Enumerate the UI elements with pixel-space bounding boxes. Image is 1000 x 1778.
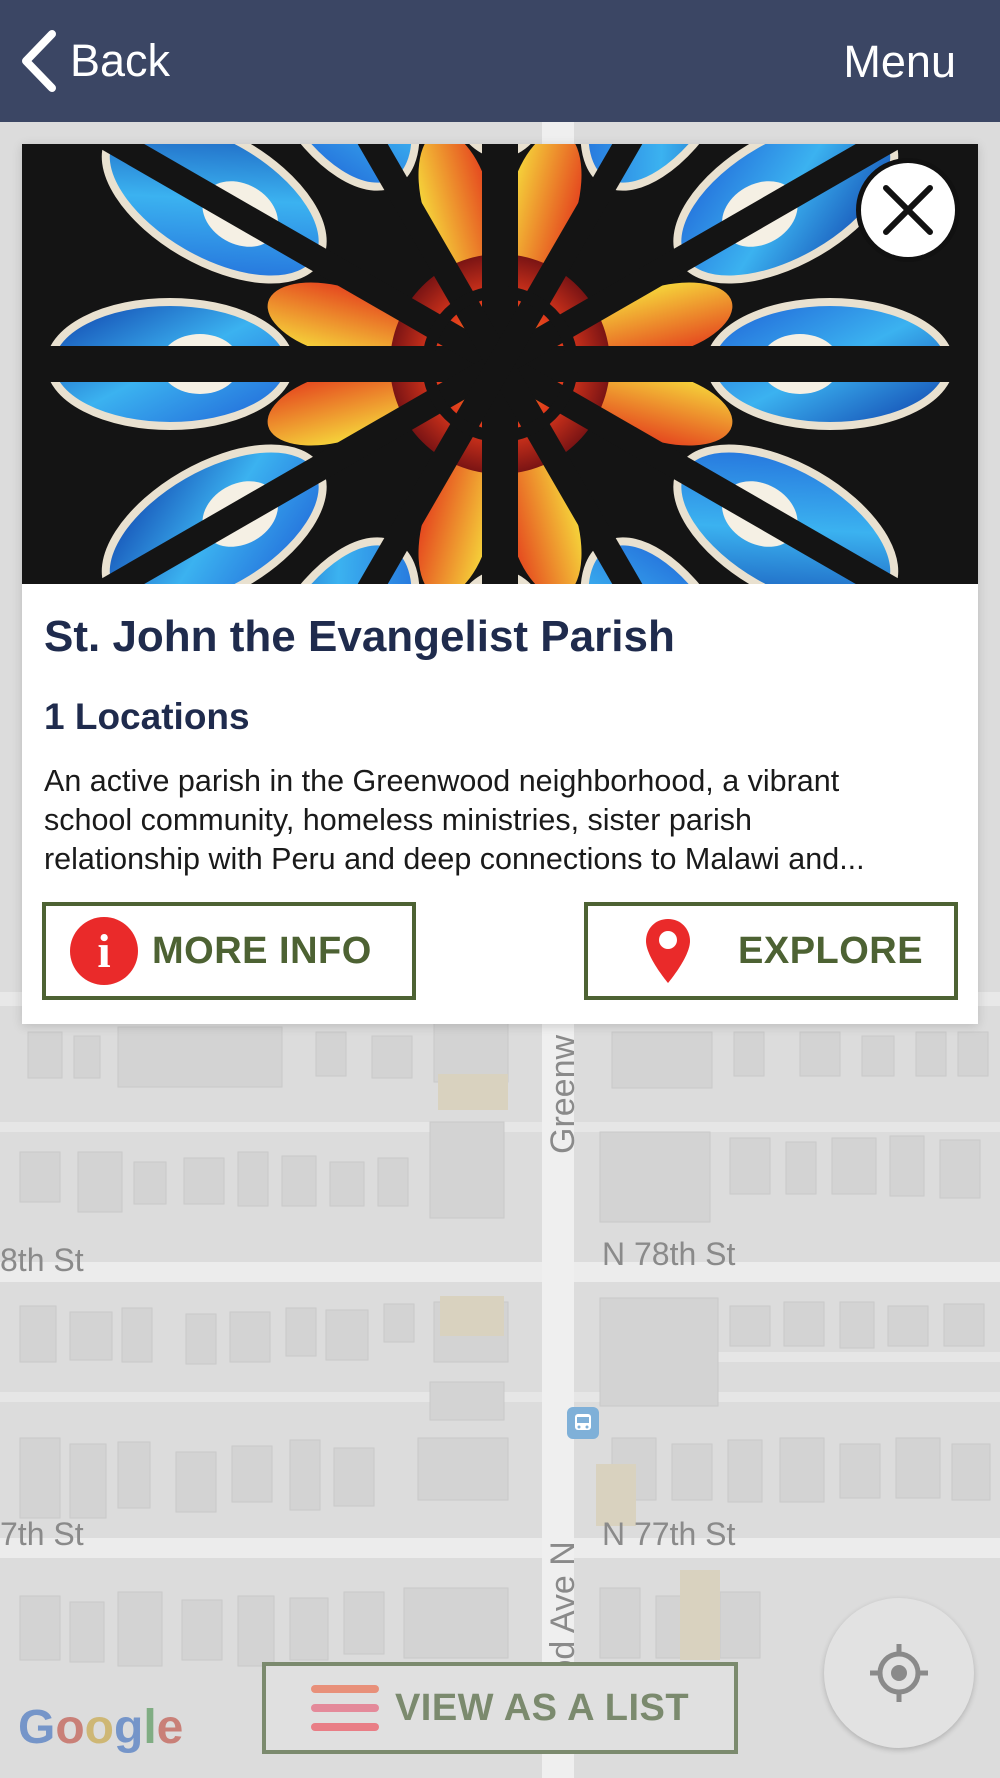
description-line: relationship with Peru and deep connecti… <box>44 842 865 876</box>
info-icon: i <box>70 917 138 985</box>
bus-stop-icon[interactable] <box>567 1407 599 1439</box>
list-lines-icon <box>310 1685 379 1731</box>
chevron-left-icon <box>22 30 56 92</box>
back-label: Back <box>70 35 171 86</box>
street-label-greenwood-upper: Greenw <box>544 1034 582 1154</box>
parish-description: An active parish in the Greenwood neighb… <box>44 762 964 879</box>
view-as-list-label: VIEW AS A LIST <box>394 1686 690 1729</box>
description-line: school community, homeless ministries, s… <box>44 803 752 837</box>
close-button[interactable] <box>856 158 960 262</box>
hero-image <box>22 144 978 584</box>
street-label-78th: N 78th St <box>602 1236 736 1272</box>
explore-label: EXPLORE <box>738 929 924 972</box>
nav-bar: Back Menu <box>0 0 1000 122</box>
more-info-button[interactable]: i MORE INFO <box>42 902 416 1000</box>
view-as-list-button[interactable]: VIEW AS A LIST <box>262 1662 738 1754</box>
explore-button[interactable]: EXPLORE <box>584 902 958 1000</box>
google-logo: Google <box>18 1701 184 1754</box>
street-label-78th-left: 8th St <box>0 1242 84 1278</box>
menu-button[interactable]: Menu <box>843 36 956 88</box>
street-label-77th-left: 7th St <box>0 1516 84 1552</box>
locate-me-button[interactable] <box>824 1598 974 1748</box>
back-button[interactable]: Back <box>18 28 170 94</box>
more-info-label: MORE INFO <box>152 929 372 972</box>
description-line: An active parish in the Greenwood neighb… <box>44 764 840 798</box>
parish-card: St. John the Evangelist Parish 1 Locatio… <box>22 144 978 1024</box>
crosshair-icon <box>870 1644 928 1702</box>
parish-title: St. John the Evangelist Parish <box>44 612 675 661</box>
close-icon <box>883 185 933 235</box>
map-pin-icon <box>646 919 690 983</box>
street-label-77th: N 77th St <box>602 1516 736 1552</box>
locations-count: 1 Locations <box>44 696 250 737</box>
